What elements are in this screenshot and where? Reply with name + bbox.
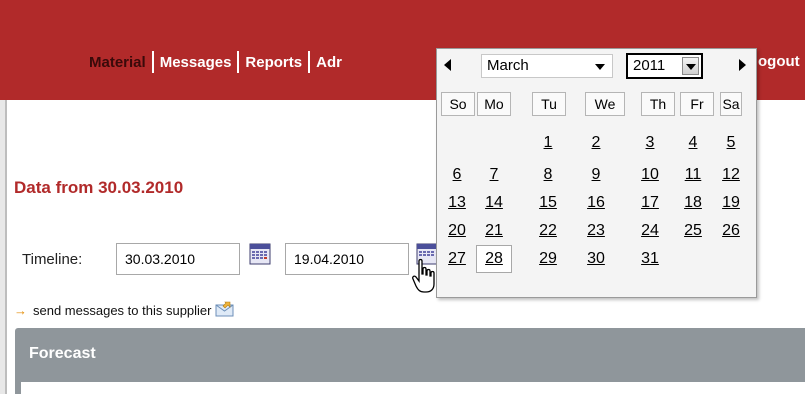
end-date-input[interactable] <box>285 243 409 275</box>
calendar-day[interactable]: 8 <box>530 161 566 189</box>
year-value: 2011 <box>633 57 666 74</box>
calendar-day[interactable]: 7 <box>476 161 512 189</box>
calendar-day[interactable]: 4 <box>675 129 711 157</box>
calendar-day[interactable]: 1 <box>530 129 566 157</box>
weekday-label: Fr <box>680 92 714 116</box>
calendar-day[interactable]: 31 <box>632 245 668 273</box>
year-dropdown-button[interactable] <box>682 57 699 75</box>
nav-item-admin[interactable]: Adr <box>316 54 342 71</box>
hand-cursor-icon <box>412 258 436 301</box>
calendar-day-today[interactable]: 28 <box>476 245 512 273</box>
calendar-day[interactable]: 10 <box>632 161 668 189</box>
weekday-label: We <box>585 92 625 116</box>
weekday-label: Tu <box>532 92 566 116</box>
weekday-label: So <box>441 92 475 116</box>
left-border-line <box>5 100 7 394</box>
calendar-day[interactable]: 30 <box>578 245 614 273</box>
nav-separator <box>151 51 154 73</box>
calendar-day[interactable]: 19 <box>713 189 749 217</box>
date-picker-popup: March 2011 So Mo Tu We Th Fr Sa 1 2 3 4 5 6 7 8 9 10 11 1… <box>436 48 757 298</box>
calendar-day[interactable]: 13 <box>439 189 475 217</box>
main-nav: Material Messages Reports Adr <box>89 50 342 74</box>
weekday-label: Th <box>641 92 675 116</box>
nav-item-reports[interactable]: Reports <box>245 54 302 71</box>
calendar-day[interactable]: 23 <box>578 217 614 245</box>
calendar-day[interactable]: 18 <box>675 189 711 217</box>
calendar-day[interactable]: 27 <box>439 245 475 273</box>
forecast-panel: Forecast <box>15 328 805 394</box>
year-select[interactable]: 2011 <box>626 53 703 79</box>
nav-separator <box>237 51 240 73</box>
calendar-day[interactable]: 2 <box>578 129 614 157</box>
arrow-right-icon: → <box>14 303 27 318</box>
weekday-label: Mo <box>477 92 511 116</box>
calendar-day[interactable]: 21 <box>476 217 512 245</box>
forecast-title: Forecast <box>29 345 96 362</box>
send-messages-label[interactable]: send messages to this supplier <box>33 303 211 318</box>
month-value: March <box>487 57 529 74</box>
calendar-day[interactable]: 11 <box>675 161 711 189</box>
weekday-label: Sa <box>720 92 742 116</box>
calendar-day[interactable]: 14 <box>476 189 512 217</box>
next-month-icon[interactable] <box>739 59 746 71</box>
calendar-day[interactable]: 3 <box>632 129 668 157</box>
nav-item-material[interactable]: Material <box>89 54 146 71</box>
month-select[interactable]: March <box>481 54 613 78</box>
calendar-day[interactable]: 12 <box>713 161 749 189</box>
start-date-input[interactable] <box>116 243 240 275</box>
calendar-day[interactable]: 17 <box>632 189 668 217</box>
page-title: Data from 30.03.2010 <box>14 178 184 197</box>
nav-separator <box>308 51 311 73</box>
calendar-day[interactable]: 15 <box>530 189 566 217</box>
calendar-day[interactable]: 20 <box>439 217 475 245</box>
calendar-day[interactable]: 16 <box>578 189 614 217</box>
envelope-icon[interactable] <box>215 301 235 320</box>
send-messages-link[interactable]: → send messages to this supplier <box>14 301 235 320</box>
calendar-day[interactable]: 5 <box>713 129 749 157</box>
chevron-down-icon <box>595 64 605 70</box>
calendar-day[interactable]: 29 <box>530 245 566 273</box>
calendar-day[interactable]: 25 <box>675 217 711 245</box>
start-date-calendar-icon[interactable] <box>249 243 271 265</box>
forecast-body <box>21 382 805 394</box>
calendar-day[interactable]: 9 <box>578 161 614 189</box>
nav-item-messages[interactable]: Messages <box>160 54 232 71</box>
timeline-label: Timeline: <box>22 251 83 268</box>
previous-month-icon[interactable] <box>444 59 451 71</box>
calendar-day[interactable]: 22 <box>530 217 566 245</box>
calendar-day[interactable]: 6 <box>439 161 475 189</box>
logout-link[interactable]: ogout <box>758 50 800 74</box>
calendar-day[interactable]: 24 <box>632 217 668 245</box>
calendar-day[interactable]: 26 <box>713 217 749 245</box>
